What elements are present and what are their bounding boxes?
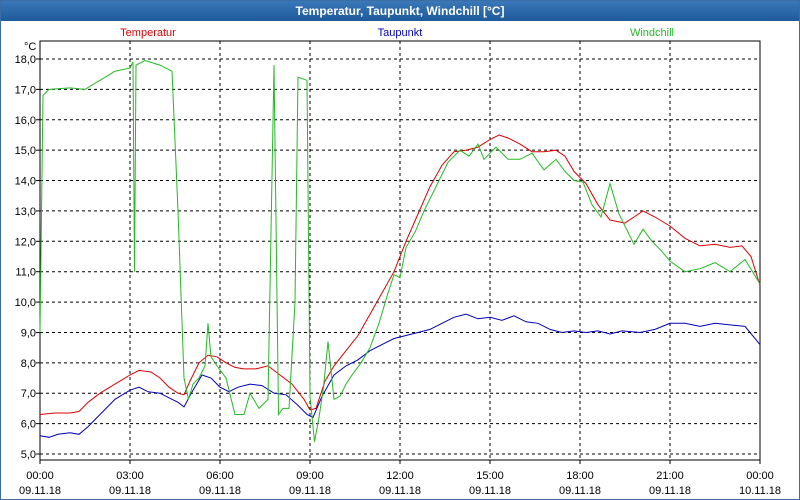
x-tick-date: 09.11.18: [649, 485, 691, 497]
x-tick-time: 18:00: [566, 470, 594, 482]
y-tick-label: 18,0: [15, 54, 36, 66]
x-tick-date: 09.11.18: [559, 485, 601, 497]
x-axis-ticks: 00:00 09.11.18 03:00 09.11.18 06:00 09.11.18 0…: [19, 460, 781, 497]
x-tick-time: 12:00: [386, 470, 414, 482]
y-axis-ticks: 5,0 6,0 7,0 8,0 9,0 10,0 11,0 12,0 13,0 14,0 15,0 1…: [15, 54, 40, 461]
x-tick-time: 09:00: [296, 470, 324, 482]
x-tick-date: 09.11.18: [469, 485, 511, 497]
y-tick-label: 7,0: [21, 388, 36, 400]
y-tick-label: 17,0: [15, 84, 36, 96]
y-tick-label: 10,0: [15, 297, 36, 309]
x-tick-time: 15:00: [476, 470, 504, 482]
y-tick-label: 16,0: [15, 115, 36, 127]
x-tick-date: 09.11.18: [199, 485, 241, 497]
y-tick-label: 9,0: [21, 327, 36, 339]
legend-taupunkt: Taupunkt: [378, 27, 423, 39]
x-tick-date: 09.11.18: [379, 485, 421, 497]
legend-temperatur: Temperatur: [120, 27, 176, 39]
y-tick-label: 6,0: [21, 419, 36, 431]
y-tick-label: 8,0: [21, 358, 36, 370]
x-tick-time: 00:00: [26, 470, 54, 482]
line-chart: 5,0 6,0 7,0 8,0 9,0 10,0 11,0 12,0 13,0 14,0 15,0 1…: [15, 27, 781, 497]
x-tick-date: 09.11.18: [19, 485, 61, 497]
x-tick-time: 00:00: [746, 470, 774, 482]
y-tick-label: 13,0: [15, 206, 36, 218]
y-tick-label: 12,0: [15, 236, 36, 248]
x-tick-time: 03:00: [116, 470, 144, 482]
legend-windchill: Windchill: [630, 27, 674, 39]
y-tick-label: 11,0: [15, 267, 36, 279]
x-tick-date: 10.11.18: [739, 485, 781, 497]
y-tick-label: 15,0: [15, 145, 36, 157]
x-tick-date: 09.11.18: [289, 485, 331, 497]
x-tick-time: 21:00: [656, 470, 684, 482]
y-axis-label: °C: [24, 41, 36, 53]
y-tick-label: 14,0: [15, 176, 36, 188]
x-tick-date: 09.11.18: [109, 485, 151, 497]
y-tick-label: 5,0: [21, 449, 36, 461]
x-tick-time: 06:00: [206, 470, 234, 482]
